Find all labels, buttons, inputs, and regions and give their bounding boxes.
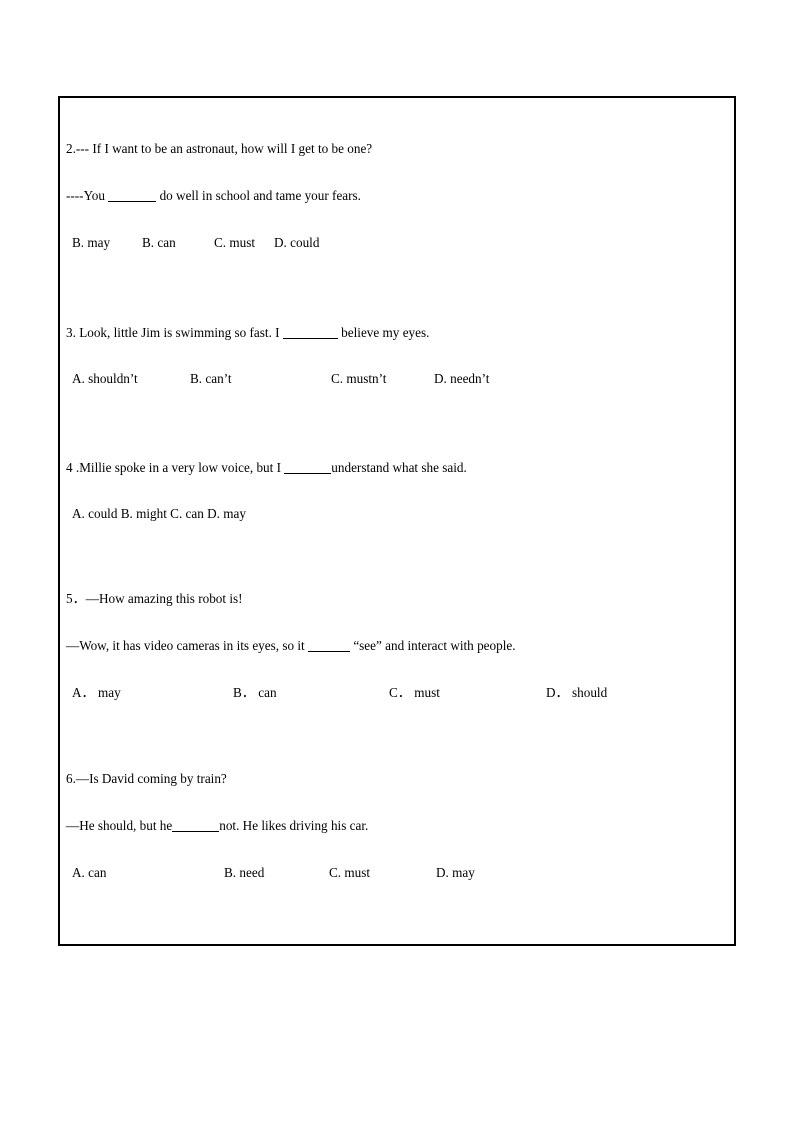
question-q5-line-2: —Wow, it has video cameras in its eyes, …: [66, 638, 728, 652]
options-row-q3: A. shouldn’t B. can’t C. mustn’t D. needn’t: [66, 372, 728, 388]
option-choice[interactable]: C. must: [329, 865, 370, 878]
question-block-q4: 4 .Millie spoke in a very low voice, but…: [66, 460, 728, 523]
question-q4-line-1: 4 .Millie spoke in a very low voice, but…: [66, 460, 728, 474]
question-block-q2: 2.--- If I want to be an astronaut, how …: [66, 142, 728, 252]
question-q2-line-1: 2.--- If I want to be an astronaut, how …: [66, 142, 728, 155]
question-text: 6.—Is David coming by train?: [66, 771, 227, 786]
question-block-q5: 5．—How amazing this robot is! —Wow, it ha…: [66, 592, 728, 702]
option-choice[interactable]: D. could: [274, 235, 319, 248]
answer-blank[interactable]: [108, 188, 157, 202]
options-row-q4: A. could B. might C. can D. may: [66, 507, 728, 523]
option-choice[interactable]: A． may: [72, 685, 121, 698]
option-choice[interactable]: B. need: [224, 865, 264, 878]
answer-blank[interactable]: [282, 325, 338, 339]
question-text: “see” and interact with people.: [350, 638, 516, 654]
options-row-q5: A． may B． can C． must D． should: [66, 685, 728, 702]
option-choice[interactable]: B. can: [142, 235, 176, 248]
question-text: —He should, but he: [66, 818, 173, 834]
option-choice[interactable]: D. may: [436, 865, 475, 878]
option-choice[interactable]: A. could B. might C. can D. may: [72, 507, 246, 520]
option-choice[interactable]: A. can: [72, 865, 106, 878]
option-choice[interactable]: A. shouldn’t: [72, 372, 138, 385]
option-choice[interactable]: D． should: [546, 685, 607, 698]
option-choice[interactable]: B． can: [233, 685, 277, 698]
question-text: believe my eyes.: [337, 325, 430, 341]
question-q6-line-2: —He should, but he not. He likes driving …: [66, 818, 728, 832]
question-q6-line-1: 6.—Is David coming by train?: [66, 772, 728, 785]
answer-blank[interactable]: [284, 460, 332, 474]
option-choice[interactable]: C． must: [389, 685, 440, 698]
question-text: 3. Look, little Jim is swimming so fast.…: [66, 325, 283, 341]
question-block-q6: 6.—Is David coming by train? —He should, …: [66, 772, 728, 882]
options-row-q2: B. may B. can C. must D. could: [66, 235, 728, 252]
option-choice[interactable]: C. mustn’t: [331, 372, 386, 385]
options-row-q6: A. can B. need C. must D. may: [66, 865, 728, 882]
option-choice[interactable]: D. needn’t: [434, 372, 489, 385]
option-choice[interactable]: B. may: [72, 235, 110, 248]
question-q5-line-1: 5．—How amazing this robot is!: [66, 592, 728, 605]
option-choice[interactable]: B. can’t: [190, 372, 232, 385]
worksheet-border-box: 2.--- If I want to be an astronaut, how …: [58, 96, 736, 946]
question-text: do well in school and tame your fears.: [156, 188, 361, 204]
question-text: ----You: [66, 188, 109, 204]
question-text: 4 .Millie spoke in a very low voice, but…: [66, 460, 285, 476]
answer-blank[interactable]: [308, 638, 351, 652]
question-text: understand what she said.: [331, 460, 467, 476]
question-q3-line-1: 3. Look, little Jim is swimming so fast.…: [66, 325, 728, 339]
question-text: 5．—How amazing this robot is!: [66, 591, 243, 606]
question-q2-line-2: ----You do well in school and tame your …: [66, 188, 728, 202]
question-block-q3: 3. Look, little Jim is swimming so fast.…: [66, 325, 728, 388]
option-choice[interactable]: C. must: [214, 235, 255, 248]
question-text: —Wow, it has video cameras in its eyes, …: [66, 638, 309, 654]
question-text: 2.--- If I want to be an astronaut, how …: [66, 141, 373, 156]
answer-blank[interactable]: [172, 818, 220, 832]
question-text: not. He likes driving his car.: [219, 818, 369, 834]
